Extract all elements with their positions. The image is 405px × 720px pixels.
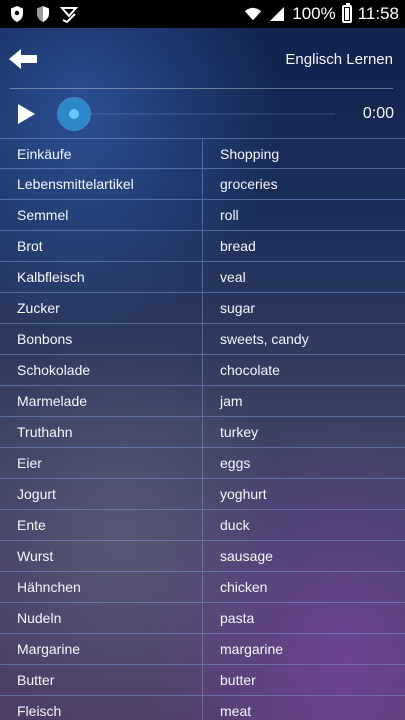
english-word: chicken <box>220 579 268 595</box>
english-word: yoghurt <box>220 486 267 502</box>
english-word: butter <box>220 672 256 688</box>
table-row[interactable]: Einkäufe Shopping <box>0 138 405 169</box>
german-word: Wurst <box>0 541 203 571</box>
status-bar: 100% 11:58 <box>0 0 405 28</box>
vocabulary-table: Einkäufe Shopping Lebensmittelartikel groce… <box>0 138 405 720</box>
app-header: Englisch Lernen <box>0 28 405 90</box>
table-row[interactable]: Butter butter <box>0 665 405 696</box>
back-button[interactable] <box>6 42 40 76</box>
english-word: margarine <box>220 641 284 657</box>
german-word: Schokolade <box>0 355 203 385</box>
page-title: Englisch Lernen <box>285 50 393 68</box>
german-word: Margarine <box>0 634 203 664</box>
german-word: Eier <box>0 448 203 478</box>
german-word: Zucker <box>0 293 203 323</box>
english-word: veal <box>220 269 246 285</box>
table-row[interactable]: Wurst sausage <box>0 541 405 572</box>
battery-icon <box>341 3 352 23</box>
german-word: Brot <box>0 231 203 261</box>
seek-track <box>68 113 335 115</box>
table-row[interactable]: Eier eggs <box>0 448 405 479</box>
english-word: meat <box>220 703 252 719</box>
seek-bar[interactable] <box>58 96 335 132</box>
download-check-icon <box>60 5 78 23</box>
table-row[interactable]: Marmelade jam <box>0 386 405 417</box>
german-word: Semmel <box>0 200 203 230</box>
table-row[interactable]: Margarine margarine <box>0 634 405 665</box>
audio-player: 0:00 <box>0 90 405 138</box>
german-word: Fleisch <box>0 696 203 720</box>
table-row[interactable]: Truthahn turkey <box>0 417 405 448</box>
english-word: sugar <box>220 300 256 316</box>
wifi-icon <box>244 5 262 23</box>
playback-time: 0:00 <box>362 105 394 122</box>
table-row[interactable]: Lebensmittelartikel groceries <box>0 169 405 200</box>
english-word: sausage <box>220 548 273 564</box>
german-word: Nudeln <box>0 603 203 633</box>
german-word: Truthahn <box>0 417 203 447</box>
table-row[interactable]: Hähnchen chicken <box>0 572 405 603</box>
german-word: Bonbons <box>0 324 203 354</box>
german-word: Jogurt <box>0 479 203 509</box>
german-word: Butter <box>0 665 203 695</box>
german-word: Lebensmittelartikel <box>0 169 203 199</box>
table-row[interactable]: Kalbfleisch veal <box>0 262 405 293</box>
english-word: Shopping <box>220 145 280 162</box>
signal-icon <box>268 5 286 23</box>
english-word: turkey <box>220 424 259 440</box>
german-word: Marmelade <box>0 386 203 416</box>
english-word: pasta <box>220 610 255 626</box>
german-word: Ente <box>0 510 203 540</box>
german-word: Hähnchen <box>0 572 203 602</box>
english-word: roll <box>220 207 239 223</box>
english-word: groceries <box>220 176 278 192</box>
english-word: bread <box>220 238 256 254</box>
table-row[interactable]: Jogurt yoghurt <box>0 479 405 510</box>
table-row[interactable]: Semmel roll <box>0 200 405 231</box>
table-row[interactable]: Nudeln pasta <box>0 603 405 634</box>
play-button[interactable] <box>14 102 38 126</box>
english-word: eggs <box>220 455 251 471</box>
german-word: Kalbfleisch <box>0 262 203 292</box>
clock: 11:58 <box>357 4 399 23</box>
english-word: jam <box>220 393 243 409</box>
header-divider <box>10 88 393 89</box>
shield-icon <box>8 5 26 23</box>
english-word: duck <box>220 517 250 533</box>
battery-level: 100% <box>292 4 336 23</box>
seek-thumb[interactable] <box>58 98 90 130</box>
german-word: Einkäufe <box>0 139 203 168</box>
english-word: chocolate <box>220 362 280 378</box>
table-row[interactable]: Ente duck <box>0 510 405 541</box>
arrow-left-icon <box>9 49 37 69</box>
english-word: sweets, candy <box>220 331 309 347</box>
table-row[interactable]: Schokolade chocolate <box>0 355 405 386</box>
table-row[interactable]: Bonbons sweets, candy <box>0 324 405 355</box>
table-row[interactable]: Fleisch meat <box>0 696 405 720</box>
table-row[interactable]: Zucker sugar <box>0 293 405 324</box>
table-row[interactable]: Brot bread <box>0 231 405 262</box>
shield-icon <box>34 5 52 23</box>
play-icon <box>18 104 35 124</box>
